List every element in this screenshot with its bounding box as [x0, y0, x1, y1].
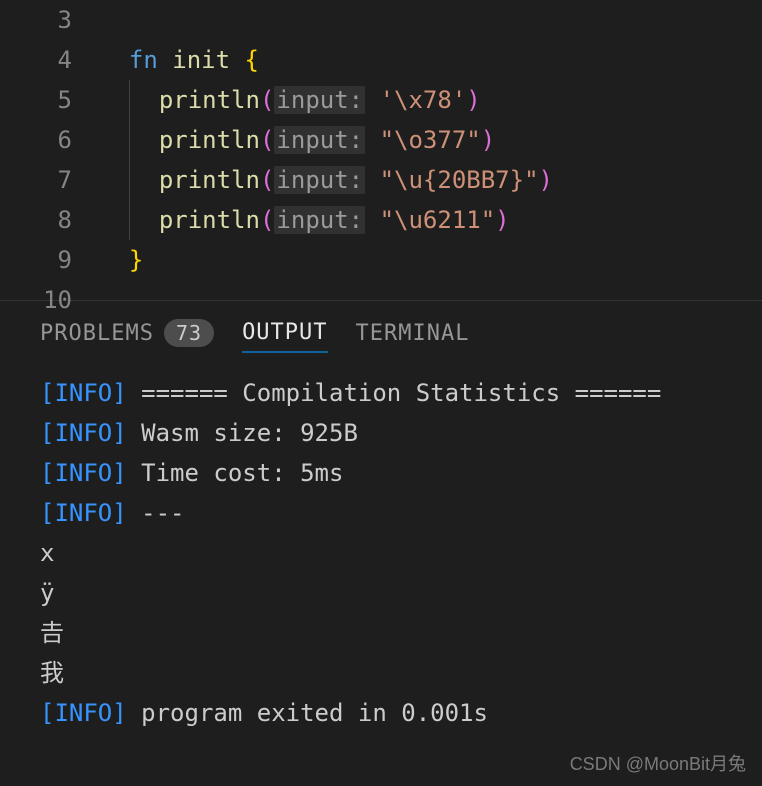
token-text	[100, 86, 129, 114]
token-text	[100, 126, 129, 154]
output-text: 我	[40, 659, 64, 687]
code-area[interactable]: fn init { println(input: '\x78') println…	[100, 0, 762, 300]
token-text	[130, 166, 159, 194]
token-param-hint: input:	[274, 86, 365, 114]
token-str: "\o377"	[380, 126, 481, 154]
info-tag: [INFO]	[40, 379, 127, 407]
code-editor[interactable]: 345678910 fn init { println(input: '\x78…	[0, 0, 762, 300]
token-brace: }	[129, 246, 143, 274]
token-text	[100, 166, 129, 194]
line-number: 9	[0, 240, 72, 280]
output-line: 我	[40, 653, 722, 693]
token-text	[130, 206, 159, 234]
token-paren2: )	[495, 206, 509, 234]
code-line[interactable]	[100, 280, 762, 320]
token-str: "\u6211"	[380, 206, 496, 234]
line-number: 3	[0, 0, 72, 40]
token-call: println	[159, 206, 260, 234]
token-paren2: )	[481, 126, 495, 154]
code-line[interactable]	[100, 0, 762, 40]
tab-terminal[interactable]: TERMINAL	[356, 315, 470, 352]
token-call: println	[159, 86, 260, 114]
token-param-hint: input:	[274, 206, 365, 234]
info-tag: [INFO]	[40, 499, 127, 527]
line-number-gutter: 345678910	[0, 0, 100, 300]
token-text	[100, 246, 129, 274]
tab-output-label: OUTPUT	[242, 320, 327, 345]
token-char: '\x78'	[380, 86, 467, 114]
token-text	[365, 206, 379, 234]
output-text: 𠮷	[40, 619, 64, 647]
token-paren2: (	[260, 206, 274, 234]
output-line: [INFO] ---	[40, 493, 722, 533]
token-text	[365, 86, 379, 114]
info-tag: [INFO]	[40, 419, 127, 447]
tab-problems-label: PROBLEMS	[40, 321, 154, 346]
token-paren2: (	[260, 166, 274, 194]
output-text: ====== Compilation Statistics ======	[127, 379, 662, 407]
code-line[interactable]: }	[100, 240, 762, 280]
token-text	[100, 206, 129, 234]
line-number: 5	[0, 80, 72, 120]
code-line[interactable]: println(input: '\x78')	[100, 80, 762, 120]
output-line: ÿ	[40, 573, 722, 613]
token-call: println	[159, 166, 260, 194]
token-text	[365, 126, 379, 154]
token-paren2: (	[260, 86, 274, 114]
problems-count-badge: 73	[164, 319, 214, 347]
token-kw: fn	[129, 46, 158, 74]
token-param-hint: input:	[274, 126, 365, 154]
line-number: 7	[0, 160, 72, 200]
code-line[interactable]: fn init {	[100, 40, 762, 80]
output-content[interactable]: [INFO] ====== Compilation Statistics ===…	[0, 365, 762, 741]
output-line: [INFO] ====== Compilation Statistics ===…	[40, 373, 722, 413]
code-line[interactable]: println(input: "\u6211")	[100, 200, 762, 240]
code-line[interactable]: println(input: "\o377")	[100, 120, 762, 160]
output-line: [INFO] program exited in 0.001s	[40, 693, 722, 733]
token-text	[130, 86, 159, 114]
output-text: ÿ	[40, 579, 54, 607]
watermark: CSDN @MoonBit月兔	[570, 750, 746, 776]
token-text	[100, 46, 129, 74]
output-text: Wasm size: 925B	[127, 419, 358, 447]
token-paren2: (	[260, 126, 274, 154]
token-fn-name: init	[172, 46, 230, 74]
token-call: println	[159, 126, 260, 154]
line-number: 8	[0, 200, 72, 240]
tab-terminal-label: TERMINAL	[356, 321, 470, 346]
output-text: ---	[127, 499, 185, 527]
output-text: x	[40, 539, 54, 567]
token-brace: {	[245, 46, 259, 74]
token-text	[230, 46, 244, 74]
output-line: x	[40, 533, 722, 573]
output-line: [INFO] Time cost: 5ms	[40, 453, 722, 493]
info-tag: [INFO]	[40, 699, 127, 727]
token-text	[365, 166, 379, 194]
output-line: [INFO] Wasm size: 925B	[40, 413, 722, 453]
token-paren2: )	[539, 166, 553, 194]
token-text	[158, 46, 172, 74]
info-tag: [INFO]	[40, 459, 127, 487]
line-number: 4	[0, 40, 72, 80]
output-text: Time cost: 5ms	[127, 459, 344, 487]
output-line: 𠮷	[40, 613, 722, 653]
line-number: 6	[0, 120, 72, 160]
token-paren2: )	[466, 86, 480, 114]
token-text	[130, 126, 159, 154]
code-line[interactable]: println(input: "\u{20BB7}")	[100, 160, 762, 200]
token-str: "\u{20BB7}"	[380, 166, 539, 194]
output-text: program exited in 0.001s	[127, 699, 488, 727]
bottom-panel: PROBLEMS 73 OUTPUT TERMINAL [INFO] =====…	[0, 300, 762, 741]
token-param-hint: input:	[274, 166, 365, 194]
